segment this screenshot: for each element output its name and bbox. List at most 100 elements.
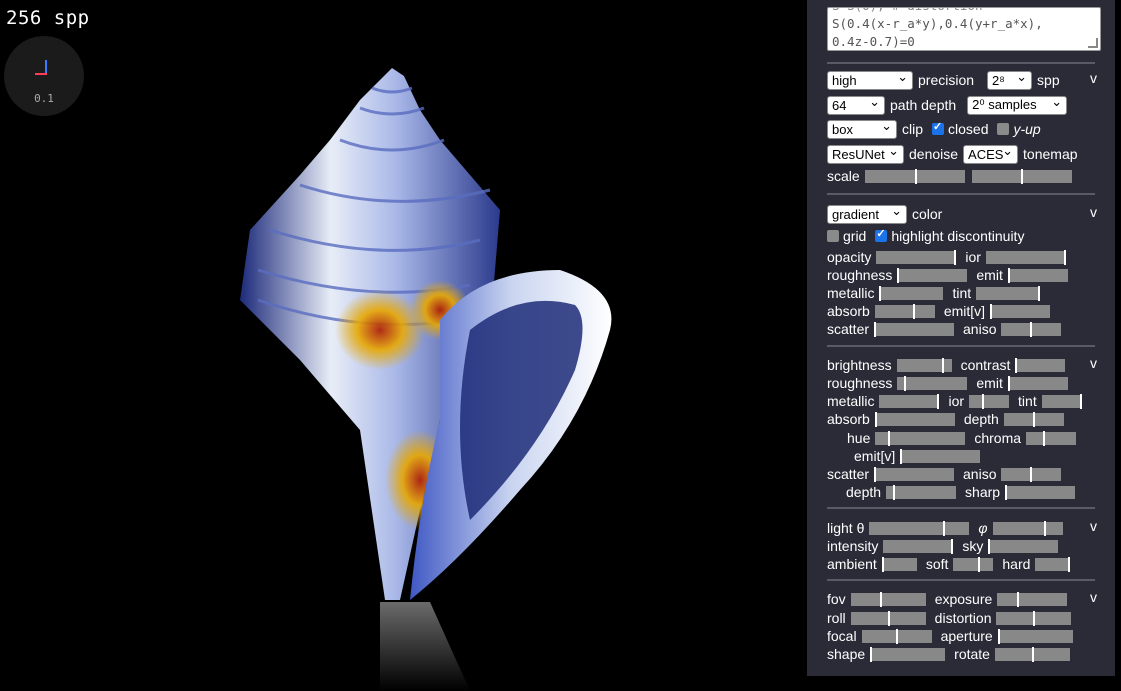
scale-slider-2[interactable] [971,168,1072,184]
scatter-slider[interactable] [874,321,955,337]
absorb-slider[interactable] [874,411,955,427]
ior-slider[interactable] [969,393,1010,409]
expression-editor[interactable]: S=S(0), # distortionS(0.4(x-r_a*y),0.4(y… [827,7,1101,51]
emit-v-label: emit[v] [943,303,986,319]
denoise-select[interactable]: ResUNet [827,143,904,164]
slider-row: roll distortion [827,609,1076,627]
emit-v-slider[interactable] [900,448,981,464]
brightness-slider[interactable] [896,357,952,373]
absorb-slider[interactable] [874,303,935,319]
spp-counter: 256 spp [6,7,90,29]
intensity-slider[interactable] [883,538,954,554]
hard-label: hard [1002,556,1031,572]
collapse-camera-button[interactable]: v [1090,589,1097,605]
clip-select[interactable]: box [827,118,897,139]
slider-row: roughness emit [827,266,1073,284]
y-up-checkbox[interactable] [997,123,1010,135]
distortion-slider[interactable] [996,610,1072,626]
roughness-slider[interactable] [897,267,968,283]
collapse-adjust-button[interactable]: v [1090,355,1097,371]
metallic-slider[interactable] [879,285,944,301]
grid-checkbox[interactable] [827,230,839,242]
slider-row: emit[v] [854,447,985,465]
fov-slider[interactable] [850,591,926,607]
metallic-slider[interactable] [879,393,940,409]
slider-knob [888,430,891,446]
opacity-slider[interactable] [876,249,957,265]
resize-handle-icon[interactable] [1088,38,1098,48]
tonemap-label: tonemap [1023,146,1078,162]
emit-v-slider[interactable] [990,303,1051,319]
depth-slider[interactable] [1003,411,1064,427]
samples-select[interactable]: 2⁰ samples [967,94,1068,115]
shell-render [240,68,612,691]
aniso-label: aniso [963,321,997,337]
emit-slider[interactable] [1007,267,1068,283]
color-select[interactable]: gradient [827,203,907,224]
phi-slider[interactable] [992,520,1063,536]
collapse-render-button[interactable]: v [1090,70,1097,86]
contrast-slider[interactable] [1015,357,1066,373]
aperture-slider[interactable] [997,628,1073,644]
slider-knob [1043,520,1046,536]
scatter-slider[interactable] [874,466,955,482]
slider-knob [900,448,903,464]
roughness-label: roughness [827,375,893,391]
roughness-slider[interactable] [897,375,968,391]
axis-gizmo[interactable]: 0.1 [4,36,84,116]
light-theta-slider[interactable] [869,520,970,536]
divider [827,345,1095,347]
aniso-slider[interactable] [1001,466,1062,482]
roll-slider[interactable] [850,610,926,626]
gizmo-scale: 0.1 [34,92,54,105]
collapse-material-button[interactable]: v [1090,204,1097,220]
phi-label: φ [978,520,988,536]
distortion-label: distortion [934,610,992,626]
hue-slider[interactable] [875,430,966,446]
hard-slider[interactable] [1035,556,1071,572]
chroma-slider[interactable] [1026,430,1077,446]
tonemap-select[interactable]: ACES [963,143,1019,164]
sky-slider[interactable] [988,538,1059,554]
slider-knob [874,411,877,427]
shape-slider[interactable] [870,646,946,662]
expression-line-1: S(0.4(x-r_a*y),0.4(y+r_a*x), [832,16,1043,31]
emit-slider[interactable] [1007,375,1068,391]
aniso-slider[interactable] [1001,321,1062,337]
slider-row: light θ φ [827,519,1068,537]
slider-knob [990,303,993,319]
path-depth-select[interactable]: 64 [827,94,885,115]
tint-slider[interactable] [1041,393,1082,409]
spp-select[interactable]: 2⁸ [987,69,1033,90]
slider-knob [1007,375,1010,391]
focal-label: focal [827,628,857,644]
slider-knob [879,591,882,607]
color-label: color [912,206,943,222]
denoise-label: denoise [909,146,959,162]
divider [827,579,1095,581]
ambient-slider[interactable] [881,556,917,572]
expression-line-2: 0.4z-0.7)=0 [832,34,915,49]
clip-label: clip [902,121,924,137]
rotate-slider[interactable] [994,646,1070,662]
precision-label: precision [918,72,975,88]
highlight-checkbox[interactable] [875,227,888,242]
slider-row: roughness emit [827,374,1073,392]
precision-select[interactable]: high [827,69,913,90]
control-panel: S=S(0), # distortionS(0.4(x-r_a*y),0.4(y… [807,0,1115,676]
soft-slider[interactable] [953,556,994,572]
exposure-slider[interactable] [997,591,1068,607]
slider-knob [912,303,915,319]
ior-slider[interactable] [985,249,1066,265]
aniso-label: aniso [963,466,997,482]
slider-knob [978,556,981,572]
slider-knob [874,466,877,482]
tint-slider[interactable] [976,285,1041,301]
scale-slider-1[interactable] [864,168,965,184]
collapse-lighting-button[interactable]: v [1090,518,1097,534]
focal-slider[interactable] [861,628,932,644]
sharp-slider[interactable] [1005,484,1076,500]
slider-knob [1031,646,1034,662]
closed-checkbox[interactable] [932,120,945,135]
depth-slider[interactable] [886,484,957,500]
